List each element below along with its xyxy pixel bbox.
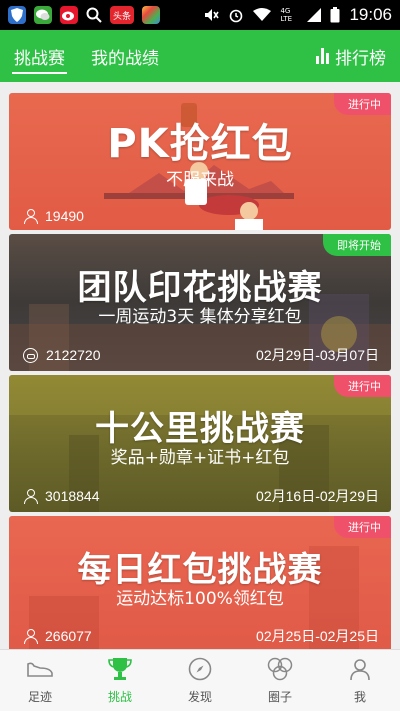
status-badge: 进行中 bbox=[334, 93, 391, 115]
trophy-icon bbox=[105, 656, 135, 682]
toutiao-icon: 头条 bbox=[110, 6, 134, 24]
card-subtitle: 不服来战 bbox=[166, 170, 234, 190]
photos-icon bbox=[142, 6, 160, 24]
participant-count: 2122720 bbox=[23, 347, 101, 363]
nav-label: 圈子 bbox=[267, 690, 292, 704]
challenge-card-10km[interactable]: 十公里挑战赛 奖品+勋章+证书+红包 进行中 3018844 02月16日-02… bbox=[9, 375, 391, 512]
alarm-icon bbox=[228, 7, 244, 23]
challenge-card-pk[interactable]: PK抢红包 不服来战 进行中 19490 bbox=[9, 93, 391, 230]
participant-count: 19490 bbox=[23, 208, 84, 224]
battery-icon bbox=[330, 7, 340, 23]
nav-me[interactable]: 我 bbox=[320, 650, 400, 711]
group-icon bbox=[23, 347, 38, 363]
challenge-card-daily-redpacket[interactable]: 每日红包挑战赛 运动达标100%领红包 进行中 266077 02月25日-02… bbox=[9, 516, 391, 649]
search-icon bbox=[86, 7, 102, 23]
shield-app-icon bbox=[8, 6, 26, 24]
card-subtitle: 一周运动3天 集体分享红包 bbox=[98, 307, 302, 327]
nav-circles[interactable]: 圈子 bbox=[240, 650, 320, 711]
shoe-icon bbox=[25, 656, 55, 682]
person-icon bbox=[23, 629, 38, 644]
participant-count: 3018844 bbox=[23, 488, 100, 504]
wifi-icon bbox=[253, 8, 272, 22]
bar-chart-icon bbox=[316, 48, 329, 64]
wechat-icon bbox=[34, 6, 52, 24]
person-icon bbox=[23, 209, 38, 224]
person-icon bbox=[23, 489, 38, 504]
nav-label: 挑战 bbox=[107, 690, 132, 704]
tab-my-records[interactable]: 我的战绩 bbox=[91, 30, 159, 82]
weibo-icon bbox=[60, 6, 78, 24]
card-meta: 3018844 02月16日-02月29日 bbox=[23, 486, 379, 506]
mute-icon bbox=[203, 7, 220, 23]
card-meta: 266077 02月25日-02月25日 bbox=[23, 626, 379, 646]
signal-icon bbox=[307, 8, 322, 22]
nav-footprints[interactable]: 足迹 bbox=[0, 650, 80, 711]
nav-label: 我 bbox=[353, 690, 366, 704]
date-range: 02月29日-03月07日 bbox=[256, 347, 379, 363]
nav-label: 发现 bbox=[187, 690, 212, 704]
bottom-nav: 足迹 挑战 发现 圈子 我 bbox=[0, 649, 400, 711]
app-bar: 挑战赛 我的战绩 排行榜 bbox=[0, 30, 400, 82]
network-label: 4G LTE bbox=[280, 7, 293, 23]
status-time: 19:06 bbox=[349, 5, 392, 24]
status-badge: 即将开始 bbox=[323, 234, 391, 256]
participant-count-value: 2122720 bbox=[46, 347, 101, 363]
participant-count-value: 19490 bbox=[45, 208, 84, 224]
compass-icon bbox=[185, 656, 215, 682]
circles-icon bbox=[265, 656, 295, 682]
leaderboard-label: 排行榜 bbox=[335, 48, 386, 69]
user-icon bbox=[345, 656, 375, 682]
date-range: 02月25日-02月25日 bbox=[256, 628, 379, 644]
nav-discover[interactable]: 发现 bbox=[160, 650, 240, 711]
card-subtitle: 运动达标100%领红包 bbox=[116, 589, 284, 609]
card-meta: 2122720 02月29日-03月07日 bbox=[23, 345, 379, 365]
status-badge: 进行中 bbox=[334, 516, 391, 538]
card-subtitle: 奖品+勋章+证书+红包 bbox=[110, 448, 290, 468]
card-meta: 19490 bbox=[23, 208, 379, 224]
challenge-list: PK抢红包 不服来战 进行中 19490 团队印花挑战赛 一周运动3天 集体分享… bbox=[0, 82, 400, 649]
tab-challenges[interactable]: 挑战赛 bbox=[12, 30, 67, 82]
participant-count-value: 3018844 bbox=[45, 488, 100, 504]
leaderboard-button[interactable]: 排行榜 bbox=[316, 44, 386, 69]
card-title: PK抢红包 bbox=[107, 121, 293, 167]
challenge-card-team-stamp[interactable]: 团队印花挑战赛 一周运动3天 集体分享红包 即将开始 2122720 02月29… bbox=[9, 234, 391, 371]
participant-count-value: 266077 bbox=[45, 628, 92, 644]
participant-count: 266077 bbox=[23, 628, 92, 644]
nav-label: 足迹 bbox=[27, 690, 52, 704]
nav-challenge[interactable]: 挑战 bbox=[80, 650, 160, 711]
date-range: 02月16日-02月29日 bbox=[256, 488, 379, 504]
status-bar: 头条 4G LTE 19:06 bbox=[0, 0, 400, 30]
status-badge: 进行中 bbox=[334, 375, 391, 397]
